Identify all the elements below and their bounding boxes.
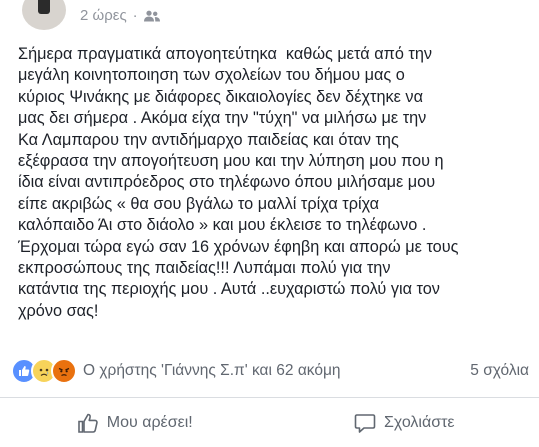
post-text: Σήμερα πραγματικά απογοητεύτηκα καθώς με…: [18, 45, 459, 320]
reactions-summary[interactable]: Ο χρήστης 'Γιάννης Σ.π' και 62 ακόμη: [83, 362, 341, 380]
like-label: Μου αρέσει!: [106, 414, 193, 431]
comment-label: Σχολιάστε: [383, 414, 455, 431]
thumbs-up-icon: [77, 412, 99, 434]
friends-icon[interactable]: [143, 10, 160, 22]
reaction-icons[interactable]: [11, 358, 77, 384]
post-timestamp[interactable]: 2 ώρες: [80, 7, 127, 24]
reactions-bar: Ο χρήστης 'Γιάννης Σ.π' και 62 ακόμη 5 σ…: [11, 357, 529, 385]
action-bar: Μου αρέσει! Σχολιάστε: [0, 406, 539, 440]
post-meta: 2 ώρες ·: [80, 7, 160, 24]
comment-bubble-icon: [354, 412, 376, 434]
comments-count[interactable]: 5 σχόλια: [470, 362, 529, 380]
like-button[interactable]: Μου αρέσει!: [0, 412, 270, 434]
post-header: 2 ώρες ·: [0, 0, 539, 34]
angry-reaction-icon[interactable]: [51, 358, 77, 384]
avatar-figure: [38, 0, 50, 14]
meta-separator: ·: [132, 7, 138, 24]
comment-button[interactable]: Σχολιάστε: [270, 412, 539, 434]
divider: [0, 397, 539, 398]
avatar[interactable]: [22, 0, 66, 30]
